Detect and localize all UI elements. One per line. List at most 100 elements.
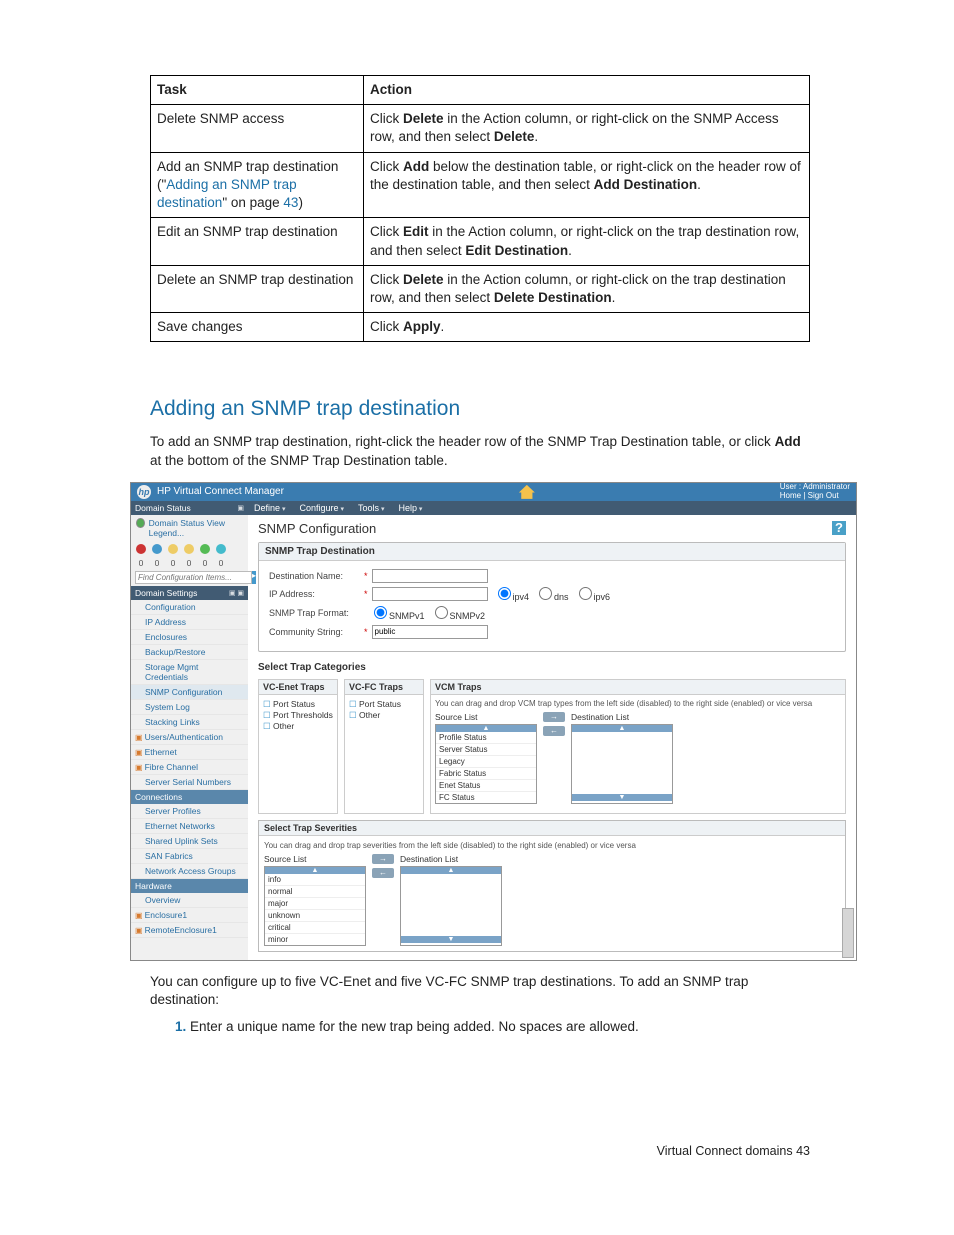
list-item[interactable]: minor (265, 934, 365, 946)
table-row: Delete SNMP accessClick Delete in the Ac… (151, 105, 810, 152)
trap-checkbox[interactable]: Port Thresholds (263, 710, 333, 721)
menubar[interactable]: Define Configure Tools Help (248, 501, 856, 515)
connections-header: Connections (131, 790, 248, 804)
list-item[interactable]: Enet Status (436, 780, 536, 792)
vcm-header: VCM Traps (431, 680, 845, 695)
list-item[interactable]: Fabric Status (436, 768, 536, 780)
trap-destination-title: SNMP Trap Destination (259, 543, 845, 561)
ip-input[interactable] (372, 587, 488, 601)
ip-radio-ipv6[interactable] (579, 587, 592, 600)
section-heading: Adding an SNMP trap destination (150, 397, 884, 421)
col-task: Task (151, 76, 364, 105)
scroll-down-icon[interactable]: ▼ (401, 936, 501, 943)
sidebar: Domain Status▣ Domain Status View Legend… (131, 501, 248, 960)
menu-tools[interactable]: Tools (358, 503, 384, 513)
sidebar-item[interactable]: Network Access Groups (131, 864, 248, 879)
dest-name-input[interactable] (372, 569, 488, 583)
move-left-button[interactable]: ← (372, 868, 394, 878)
sev-dest-caption: Destination List (400, 854, 502, 864)
sidebar-item[interactable]: Storage Mgmt Credentials (131, 660, 248, 685)
home-icon[interactable] (519, 485, 535, 499)
ip-radio-ipv4[interactable] (498, 587, 511, 600)
trap-checkbox[interactable]: Other (349, 710, 419, 721)
sidebar-item[interactable]: SNMP Configuration (131, 685, 248, 700)
scroll-down-icon[interactable]: ▼ (572, 794, 672, 801)
menu-help[interactable]: Help (398, 503, 422, 513)
format-radio-SNMPv2[interactable] (435, 606, 448, 619)
trap-destination-box: SNMP Trap Destination Destination Name: … (258, 542, 846, 652)
sidebar-item[interactable]: Backup/Restore (131, 645, 248, 660)
list-item[interactable]: major (265, 898, 365, 910)
page-title: SNMP Configuration (258, 521, 376, 536)
vcm-dest-list[interactable]: ▲ ▼ (571, 724, 673, 804)
sidebar-item[interactable]: Shared Uplink Sets (131, 834, 248, 849)
sev-dest-list[interactable]: ▲ ▼ (400, 866, 502, 946)
sidebar-item[interactable]: Enclosures (131, 630, 248, 645)
titlebar: hp HP Virtual Connect Manager User : Adm… (131, 483, 856, 501)
alert-blue-icon (152, 544, 162, 554)
hardware-header: Hardware (131, 879, 248, 893)
sidebar-item-ethernet[interactable]: Ethernet (131, 745, 248, 760)
sidebar-search[interactable]: ▸ (135, 571, 244, 584)
sidebar-item[interactable]: IP Address (131, 615, 248, 630)
sidebar-item[interactable]: Stacking Links (131, 715, 248, 730)
trap-categories-title: Select Trap Categories (258, 662, 846, 673)
product-title: HP Virtual Connect Manager (157, 486, 284, 497)
sidebar-item[interactable]: Overview (131, 893, 248, 908)
trap-checkbox[interactable]: Port Status (349, 699, 419, 710)
menu-define[interactable]: Define (254, 503, 285, 513)
trap-severities-box: Select Trap Severities You can drag and … (258, 820, 846, 952)
sidebar-item[interactable]: RemoteEnclosure1 (131, 923, 248, 938)
table-row: Delete an SNMP trap destinationClick Del… (151, 265, 810, 312)
search-input[interactable] (135, 571, 252, 584)
menu-configure[interactable]: Configure (299, 503, 344, 513)
list-item[interactable]: critical (265, 922, 365, 934)
sidebar-item-fibre[interactable]: Fibre Channel (131, 760, 248, 775)
vcm-note: You can drag and drop VCM trap types fro… (435, 699, 841, 708)
scroll-up-icon[interactable]: ▲ (572, 725, 672, 732)
post-screenshot-text: You can configure up to five VC-Enet and… (150, 973, 810, 1009)
sidebar-item[interactable]: Server Profiles (131, 804, 248, 819)
sidebar-item[interactable]: System Log (131, 700, 248, 715)
vc-enet-column: VC-Enet Traps Port StatusPort Thresholds… (258, 679, 338, 814)
sidebar-item-server-serials[interactable]: Server Serial Numbers (131, 775, 248, 790)
scroll-up-icon[interactable]: ▲ (436, 725, 536, 732)
sidebar-item[interactable]: SAN Fabrics (131, 849, 248, 864)
scroll-up-icon[interactable]: ▲ (401, 867, 501, 874)
step-1: Enter a unique name for the new trap bei… (190, 1019, 810, 1034)
list-item[interactable]: unknown (265, 910, 365, 922)
domain-status-legend[interactable]: Domain Status View Legend... (131, 515, 248, 541)
sidebar-item[interactable]: Enclosure1 (131, 908, 248, 923)
vc-fc-column: VC-FC Traps Port StatusOther (344, 679, 424, 814)
list-item[interactable]: Legacy (436, 756, 536, 768)
trap-checkbox[interactable]: Other (263, 721, 333, 732)
list-item[interactable]: Profile Status (436, 732, 536, 744)
sev-source-list[interactable]: ▲ infonormalmajorunknowncriticalminorwar… (264, 866, 366, 946)
list-item[interactable]: Server Status (436, 744, 536, 756)
ip-radio-dns[interactable] (539, 587, 552, 600)
sidebar-item[interactable]: Configuration (131, 600, 248, 615)
move-right-button[interactable]: → (372, 854, 394, 864)
ip-label: IP Address: (269, 589, 364, 599)
list-item[interactable]: normal (265, 886, 365, 898)
format-label: SNMP Trap Format: (269, 608, 364, 618)
sidebar-item-users[interactable]: Users/Authentication (131, 730, 248, 745)
vertical-scrollbar[interactable] (842, 908, 854, 958)
source-list-caption: Source List (435, 712, 537, 722)
move-left-button[interactable]: ← (543, 726, 565, 736)
vc-fc-header: VC-FC Traps (345, 680, 423, 695)
vcm-source-list[interactable]: ▲ Profile StatusServer StatusLegacyFabri… (435, 724, 537, 804)
list-item[interactable]: FC Status (436, 792, 536, 804)
help-icon[interactable]: ? (832, 521, 846, 535)
table-row: Save changesClick Apply. (151, 313, 810, 342)
home-signout-links[interactable]: Home | Sign Out (780, 492, 850, 501)
list-item[interactable]: info (265, 874, 365, 886)
alert-info-icon (216, 544, 226, 554)
comm-input[interactable] (372, 625, 488, 639)
trap-checkbox[interactable]: Port Status (263, 699, 333, 710)
sidebar-item[interactable]: Ethernet Networks (131, 819, 248, 834)
severities-note: You can drag and drop trap severities fr… (264, 841, 840, 850)
move-right-button[interactable]: → (543, 712, 565, 722)
format-radio-SNMPv1[interactable] (374, 606, 387, 619)
scroll-up-icon[interactable]: ▲ (265, 867, 365, 874)
